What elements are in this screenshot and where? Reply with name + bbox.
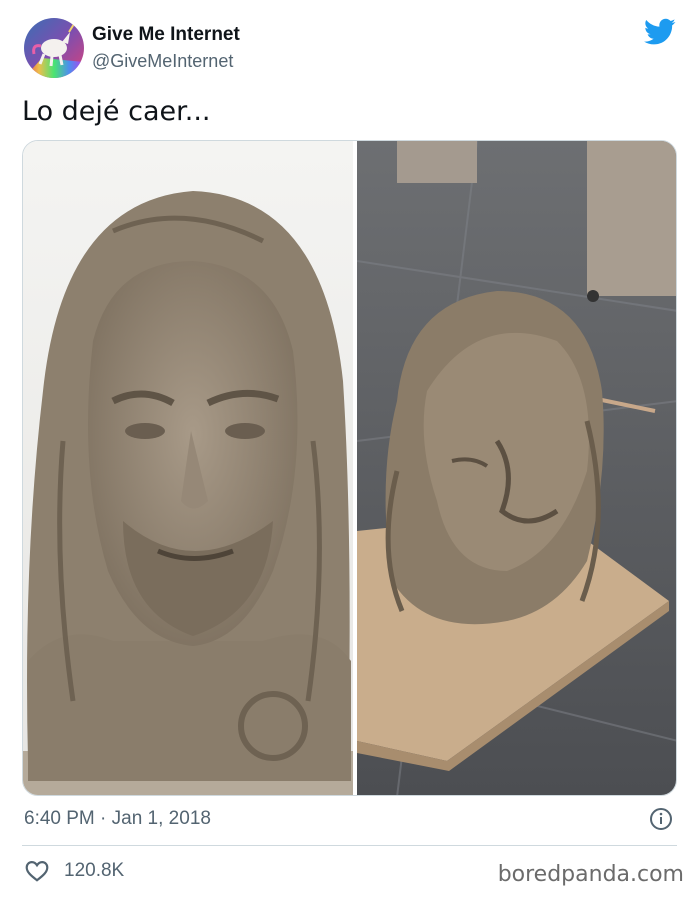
photo-intact-sculpture[interactable]	[23, 141, 353, 795]
twitter-bird-icon[interactable]	[644, 18, 676, 46]
avatar[interactable]	[24, 18, 84, 78]
author-handle[interactable]: @GiveMeInternet	[92, 51, 233, 72]
info-icon[interactable]	[649, 807, 673, 831]
watermark: boredpanda.com	[497, 862, 684, 887]
tweet-card: Give Me Internet @GiveMeInternet Lo dejé…	[0, 0, 700, 899]
unicorn-avatar-icon	[24, 18, 84, 78]
tweet-text: Lo dejé caer...	[22, 96, 211, 127]
photo-dropped-sculpture[interactable]	[356, 141, 676, 795]
tweet-media[interactable]	[22, 140, 677, 796]
divider	[22, 845, 677, 846]
like-count[interactable]: 120.8K	[64, 860, 124, 882]
tweet-timestamp[interactable]: 6:40 PM · Jan 1, 2018	[24, 808, 211, 830]
author-display-name[interactable]: Give Me Internet	[92, 24, 240, 46]
heart-icon[interactable]	[24, 858, 50, 884]
